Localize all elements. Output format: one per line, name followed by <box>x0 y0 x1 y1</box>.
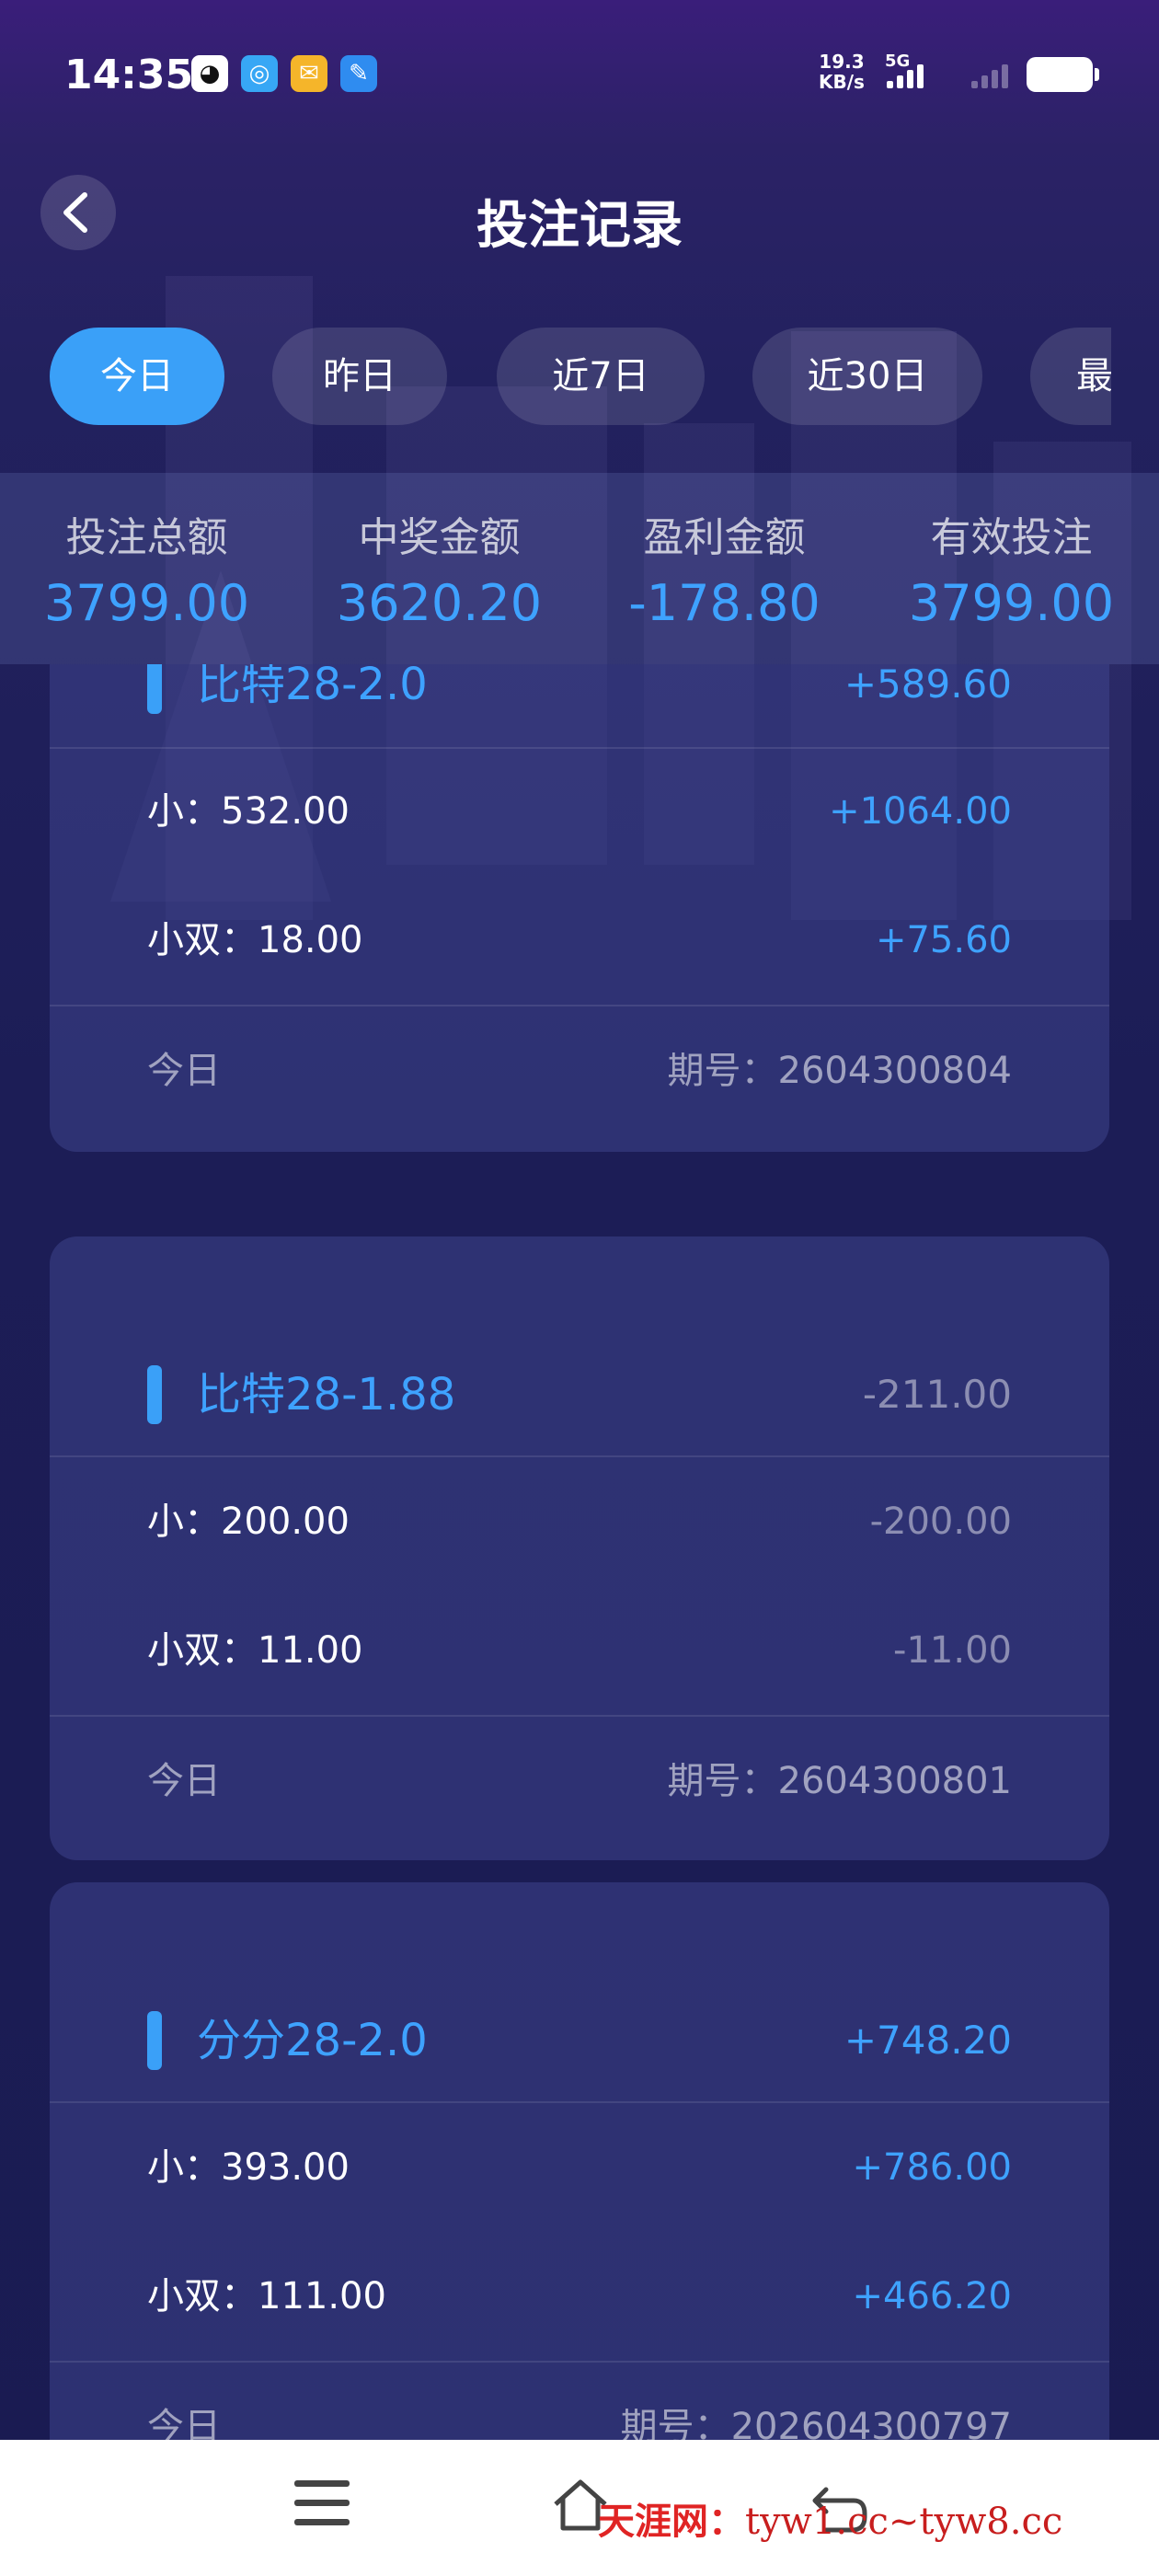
accent-bar <box>147 1365 162 1424</box>
tab-last-7-days[interactable]: 近7日 <box>497 328 705 425</box>
record-total: +748.20 <box>843 2018 1012 2063</box>
record-day: 今日 <box>147 1760 221 1802</box>
game-name: 比特28-1.88 <box>197 1369 456 1420</box>
record-issue: 期号：2604300801 <box>667 1760 1013 1802</box>
system-nav-bar: 天涯网：tyw1.cc~tyw8.cc <box>0 2440 1159 2576</box>
bet-label: 小双：111.00 <box>147 2275 386 2317</box>
record-card[interactable]: 比特28-2.0 +589.60 小：532.00 +1064.00 小双：18… <box>50 664 1109 1152</box>
record-card[interactable]: 比特28-1.88 -211.00 小：200.00 -200.00 小双：11… <box>50 1236 1109 1860</box>
date-filter-tabs: 今日 昨日 近7日 近30日 最 <box>50 328 1111 425</box>
signal-secondary-icon <box>971 64 1008 88</box>
tab-today[interactable]: 今日 <box>50 328 224 425</box>
bet-row: 小双：111.00 +466.20 <box>50 2232 1109 2361</box>
qq-icon: ◕ <box>191 55 228 92</box>
summary-value: -178.80 <box>628 574 820 632</box>
bet-amount: +1064.00 <box>829 790 1012 833</box>
record-day: 今日 <box>147 2406 221 2440</box>
tab-more[interactable]: 最 <box>1030 328 1111 425</box>
record-footer: 今日 期号：2604300801 <box>50 1715 1109 1846</box>
record-day: 今日 <box>147 1050 221 1092</box>
watermark-separator: ： <box>708 2500 745 2543</box>
tab-last-30-days[interactable]: 近30日 <box>752 328 982 425</box>
bet-row: 小：393.00 +786.00 <box>50 2103 1109 2232</box>
signal-icon <box>887 64 924 88</box>
accent-bar <box>147 2011 162 2070</box>
net-speed-value: 19.3 <box>819 51 865 73</box>
summary-value: 3620.20 <box>336 574 543 632</box>
record-header: 分分28-2.0 +748.20 <box>50 1882 1109 2103</box>
tab-yesterday[interactable]: 昨日 <box>272 328 447 425</box>
record-footer: 今日 期号：2604300804 <box>50 1005 1109 1135</box>
watermark-domains: tyw1.cc~tyw8.cc <box>745 2501 1063 2543</box>
bet-amount: +75.60 <box>875 919 1012 961</box>
menu-icon[interactable] <box>294 2480 350 2532</box>
record-header: 比特28-2.0 +589.60 <box>50 664 1109 749</box>
bet-amount: -200.00 <box>869 1501 1012 1543</box>
bet-label: 小双：11.00 <box>147 1629 363 1672</box>
bet-row: 小：532.00 +1064.00 <box>50 747 1109 876</box>
summary-label: 盈利金额 <box>643 514 806 561</box>
game-name: 分分28-2.0 <box>197 2015 428 2066</box>
summary-value: 3799.00 <box>43 574 250 632</box>
record-header: 比特28-1.88 -211.00 <box>50 1236 1109 1457</box>
summary-value: 3799.00 <box>908 574 1115 632</box>
bet-row: 小：200.00 -200.00 <box>50 1457 1109 1586</box>
bet-label: 小双：18.00 <box>147 919 363 961</box>
bet-row: 小双：11.00 -11.00 <box>50 1586 1109 1715</box>
bet-label: 小：200.00 <box>147 1501 350 1543</box>
tab-more-label: 最 <box>1076 355 1111 397</box>
watermark-brand: 天涯网 <box>598 2500 708 2543</box>
record-total: -211.00 <box>862 1372 1012 1417</box>
browser-icon: ◎ <box>241 55 278 92</box>
record-issue: 期号：202604300797 <box>620 2406 1012 2440</box>
bet-label: 小：532.00 <box>147 790 350 833</box>
watermark: 天涯网：tyw1.cc~tyw8.cc <box>598 2491 1062 2545</box>
bet-amount: -11.00 <box>893 1629 1012 1672</box>
net-speed-unit: KB/s <box>819 71 865 93</box>
record-footer: 今日 期号：202604300797 <box>50 2361 1109 2440</box>
status-time: 14:35 <box>64 52 194 98</box>
record-total: +589.60 <box>843 664 1012 707</box>
game-name: 比特28-2.0 <box>197 664 428 710</box>
net-speed: 19.3 KB/s <box>819 52 865 92</box>
bet-amount: +786.00 <box>852 2146 1012 2189</box>
bet-amount: +466.20 <box>852 2275 1012 2317</box>
summary-label: 有效投注 <box>930 514 1093 561</box>
page-title: 投注记录 <box>476 196 683 256</box>
summary-panel: 投注总额 3799.00 中奖金额 3620.20 盈利金额 -178.80 有… <box>0 473 1159 664</box>
summary-label: 中奖金额 <box>358 514 521 561</box>
record-card[interactable]: 分分28-2.0 +748.20 小：393.00 +786.00 小双：111… <box>50 1882 1109 2440</box>
record-issue: 期号：2604300804 <box>667 1050 1013 1092</box>
bet-row: 小双：18.00 +75.60 <box>50 876 1109 1005</box>
bet-label: 小：393.00 <box>147 2146 350 2189</box>
accent-bar <box>147 664 162 714</box>
mail-icon: ✉ <box>291 55 327 92</box>
message-icon: ✎ <box>340 55 377 92</box>
status-bar: 14:35 ◕ ◎ ✉ ✎ 19.3 KB/s 5G <box>0 0 1159 156</box>
records-list[interactable]: 比特28-2.0 +589.60 小：532.00 +1064.00 小双：18… <box>0 664 1159 2440</box>
battery-icon <box>1027 57 1099 92</box>
summary-label: 投注总额 <box>65 514 228 561</box>
